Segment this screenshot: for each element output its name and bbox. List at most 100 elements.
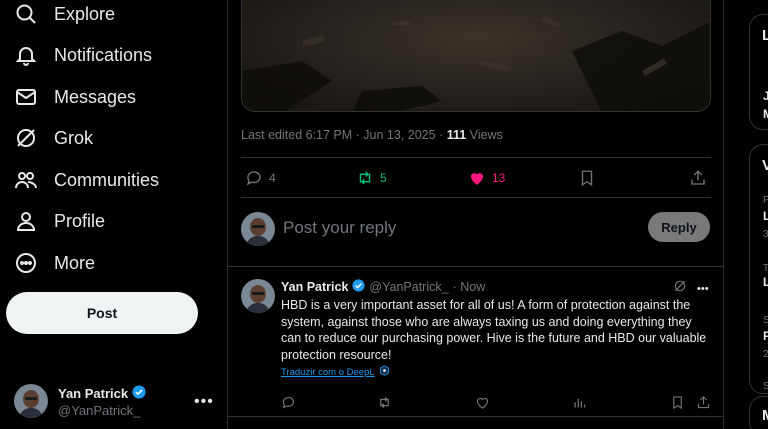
tweet-author-name[interactable]: Yan Patrick [281,280,348,294]
nav-label-grok: Grok [54,128,94,148]
tweet-time: · Now [452,280,486,294]
reply-icon [245,169,263,187]
nav-item-communities[interactable]: Communities [0,160,200,200]
post-meta: Last edited 6:17 PM · Jun 13, 2025 · 111… [241,128,503,142]
nav-item-grok[interactable]: Grok [0,118,200,158]
repost-icon [356,169,374,187]
analytics-icon [572,395,587,410]
card-meta: S [763,381,768,392]
divider [241,157,711,158]
views-label: Views [469,128,503,142]
reply-icon [281,395,296,410]
tweet-more-icon[interactable]: ••• [697,283,709,295]
bookmark-action[interactable] [670,390,685,414]
views-action[interactable] [572,390,587,414]
left-sidebar: Explore Notifications Messages Grok Comm… [0,0,227,429]
repost-action[interactable] [377,390,392,414]
card-meta: P [763,195,768,206]
nav-label-profile: Profile [54,211,106,231]
account-switcher[interactable]: Yan Patrick @YanPatrick_ ••• [14,384,214,420]
like-action[interactable]: 13 [468,166,505,190]
divider [241,197,711,198]
like-action[interactable] [475,390,490,414]
account-name: Yan Patrick [58,386,129,401]
card-title: V [762,157,768,174]
account-handle: @YanPatrick_ [58,403,141,418]
main-column: Last edited 6:17 PM · Jun 13, 2025 · 111… [227,0,724,429]
tweet-action-bar [281,390,715,409]
nav-item-notifications[interactable]: Notifications [0,35,200,75]
tweet-author-handle[interactable]: @YanPatrick_ [369,280,448,294]
reply-tweet[interactable]: Yan Patrick @YanPatrick_ · Now ••• HBD i… [241,277,713,417]
reply-button[interactable]: Reply [648,212,710,242]
views-count: 111 [446,128,467,142]
card-meta: T [763,263,768,274]
repost-icon [377,395,392,410]
card-meta: 3 [763,229,768,240]
share-action[interactable] [696,390,711,414]
post-button[interactable]: Post [6,292,198,334]
share-action[interactable] [689,166,707,190]
communities-icon [14,168,38,192]
tweet-header-icons: ••• [673,279,709,298]
nav-label-more: More [54,253,96,273]
translate-label: Traduzir com o DeepL [281,366,375,378]
right-card-2[interactable]: V P L 3 T L S P 2 S [749,144,768,394]
deepl-icon [379,365,390,379]
bookmark-icon [578,169,596,187]
nav-label-communities: Communities [54,170,160,190]
card-line: J [763,89,768,103]
reply-composer: Post your reply Reply [241,210,711,250]
card-meta: S [763,315,768,326]
reply-action[interactable]: 4 [245,166,276,190]
reply-action[interactable] [281,390,296,414]
card-title: L [762,27,768,44]
card-line: L [763,209,768,223]
right-card-1[interactable]: L J M [749,14,768,130]
right-card-3[interactable]: M [749,396,768,429]
nav-label-notifications: Notifications [54,45,153,65]
avatar [241,212,275,246]
card-line: M [763,107,768,121]
more-circle-icon [14,251,38,275]
heart-icon [475,395,490,410]
nav-item-messages[interactable]: Messages [0,77,200,117]
post-media-image[interactable] [241,0,711,112]
repost-count: 5 [380,171,387,185]
nav-item-explore[interactable]: Explore [0,0,200,34]
translate-link[interactable]: Traduzir com o DeepL [281,365,390,379]
account-more-icon[interactable]: ••• [194,393,214,411]
grok-icon[interactable] [673,279,687,298]
nav-item-more[interactable]: More [0,243,200,283]
share-icon [696,395,711,410]
avatar [14,384,48,418]
card-line: P [763,329,768,343]
repost-action[interactable]: 5 [356,166,387,190]
search-icon [14,2,38,26]
account-name-row: Yan Patrick [58,385,146,402]
bookmark-action[interactable] [578,166,596,190]
nav-item-profile[interactable]: Profile [0,201,200,241]
card-meta: 2 [763,349,768,360]
tweet-text: HBD is a very important asset for all of… [281,298,707,362]
avatar [241,279,275,313]
verified-badge-icon [132,385,146,402]
card-line: L [763,275,768,289]
verified-badge-icon [352,279,365,295]
mail-icon [14,85,38,109]
bookmark-icon [670,395,685,410]
share-icon [689,169,707,187]
bell-icon [14,43,38,67]
nav-label-messages: Messages [54,87,137,107]
reply-input[interactable]: Post your reply [283,218,623,238]
reply-count: 4 [269,171,276,185]
like-count: 13 [492,171,506,185]
person-icon [14,209,38,233]
card-title: M [762,407,768,424]
tweet-header: Yan Patrick @YanPatrick_ · Now [281,279,485,295]
right-rail: L J M V P L 3 T L S P 2 S M [724,0,768,429]
heart-filled-icon [468,169,486,187]
grok-icon [14,126,38,150]
divider [228,416,724,417]
post-edited-timestamp: Last edited 6:17 PM · Jun 13, 2025 · [241,128,447,142]
